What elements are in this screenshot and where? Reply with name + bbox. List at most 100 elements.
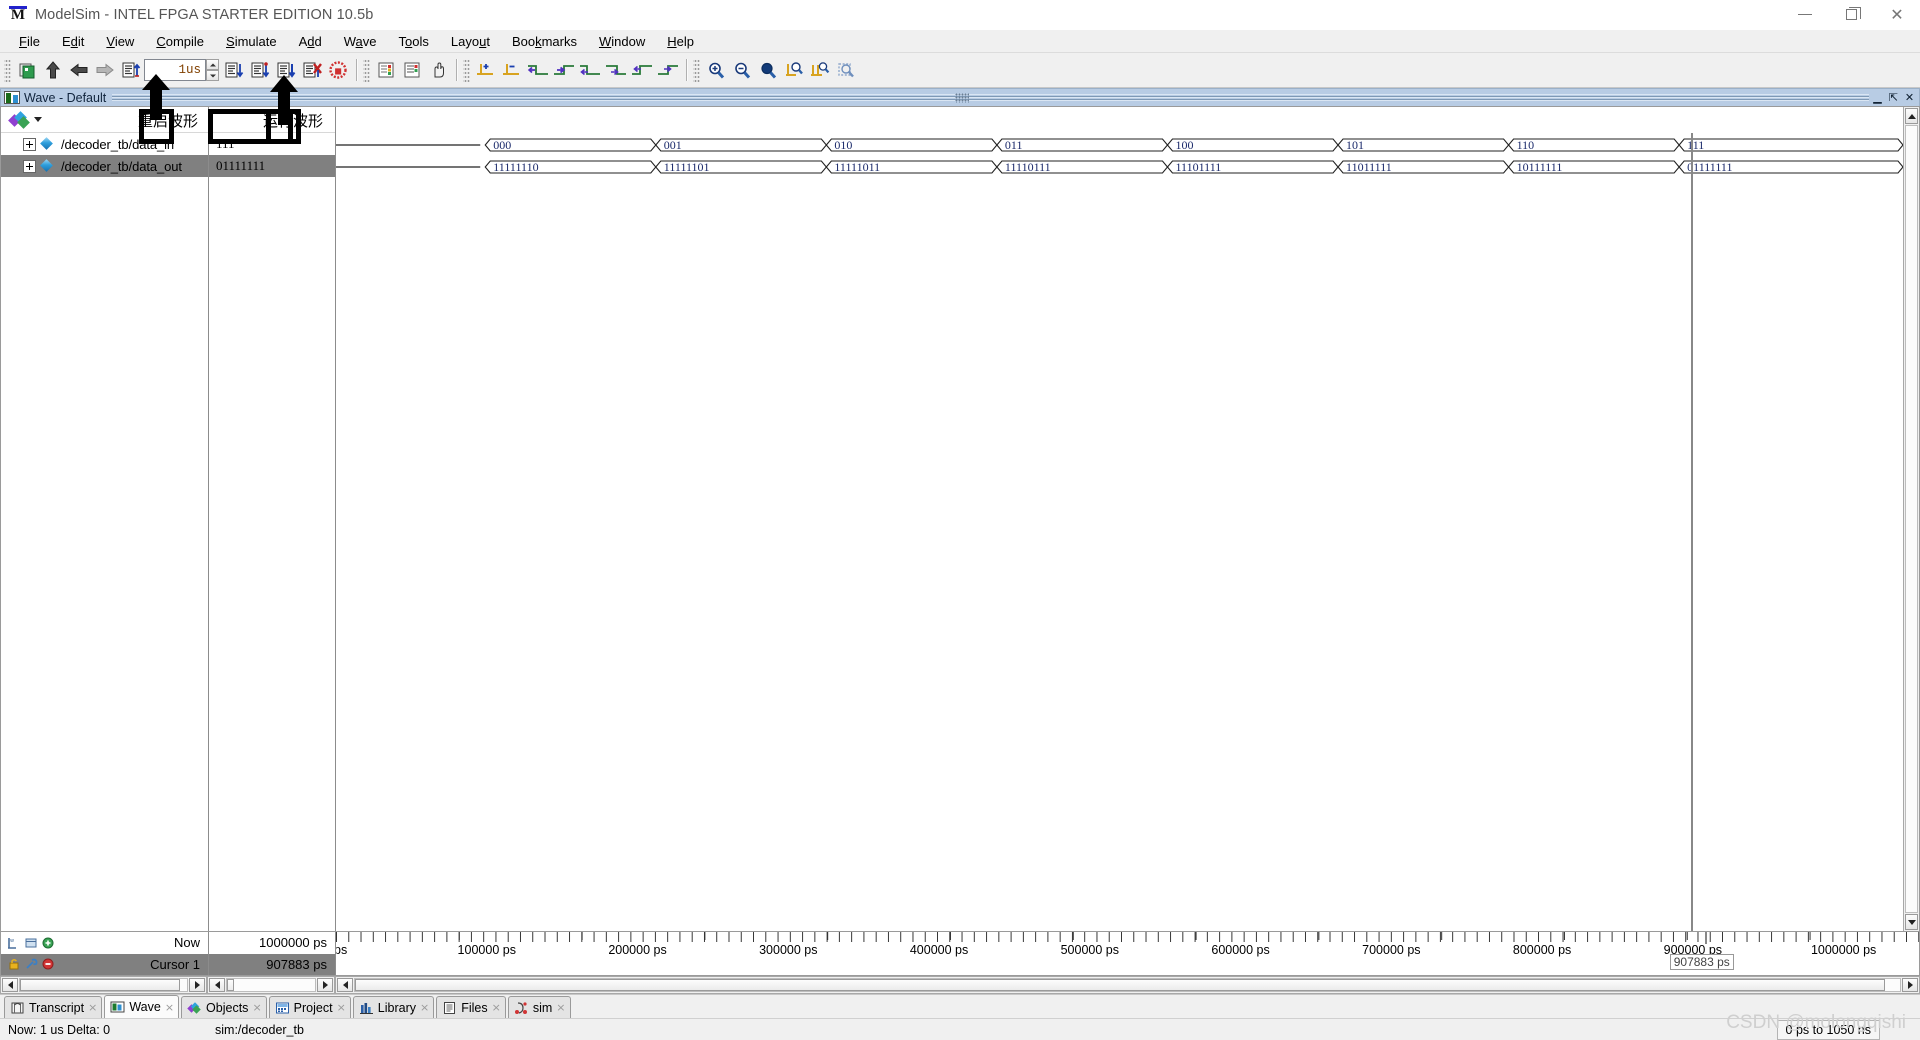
- scroll-right-button[interactable]: [189, 978, 205, 992]
- scroll-left-button-3[interactable]: [337, 978, 353, 992]
- tab-close-icon[interactable]: ×: [420, 1001, 429, 1014]
- toolbar-grip-3[interactable]: [463, 58, 470, 82]
- run-icon[interactable]: [221, 57, 247, 83]
- continue-run-icon[interactable]: [247, 57, 273, 83]
- values-scrollbar[interactable]: [207, 976, 335, 994]
- waveform-segment-label: 111: [1687, 138, 1704, 152]
- table-row[interactable]: /decoder_tb/data_out: [1, 155, 208, 177]
- lock-icon[interactable]: [7, 957, 22, 971]
- cursor-row[interactable]: Cursor 1: [1, 953, 208, 975]
- scroll-right-button-3[interactable]: [1902, 978, 1918, 992]
- zoom-selection-icon[interactable]: [833, 57, 859, 83]
- maximize-button[interactable]: [1828, 0, 1874, 30]
- zoom-range-icon[interactable]: [807, 57, 833, 83]
- values-scroll-track[interactable]: [226, 978, 316, 992]
- waveform-scroll-track[interactable]: [354, 978, 1901, 992]
- panel-close-icon[interactable]: ✕: [1902, 91, 1917, 105]
- find-next-falling-icon[interactable]: [603, 57, 629, 83]
- forward-icon[interactable]: [92, 57, 118, 83]
- find-prev-falling-icon[interactable]: [577, 57, 603, 83]
- expand-plus-icon[interactable]: [23, 159, 36, 173]
- table-row[interactable]: /decoder_tb/data_in: [1, 133, 208, 155]
- zoom-in-icon[interactable]: [703, 57, 729, 83]
- scroll-left-button-2[interactable]: [209, 978, 225, 992]
- menu-wave[interactable]: Wave: [333, 32, 388, 51]
- tab-project[interactable]: Project ×: [268, 996, 351, 1018]
- tab-sim[interactable]: sim ×: [507, 996, 571, 1018]
- tab-close-icon[interactable]: ×: [337, 1001, 346, 1014]
- back-icon[interactable]: [66, 57, 92, 83]
- menu-layout[interactable]: Layout: [440, 32, 501, 51]
- cursor-window-icon[interactable]: [24, 936, 39, 950]
- tab-close-icon[interactable]: ×: [556, 1001, 565, 1014]
- find-prev-transition-icon[interactable]: [525, 57, 551, 83]
- zoom-full-icon[interactable]: [755, 57, 781, 83]
- delete-red-icon[interactable]: [41, 957, 56, 971]
- compile-all-icon[interactable]: [14, 57, 40, 83]
- restart-icon[interactable]: [118, 57, 144, 83]
- menu-view[interactable]: View: [95, 32, 145, 51]
- run-length-spinner[interactable]: [206, 59, 219, 81]
- menu-file[interactable]: File: [8, 32, 51, 51]
- close-button[interactable]: ✕: [1874, 0, 1920, 30]
- insert-cursor-icon[interactable]: [473, 57, 499, 83]
- timeline-ruler[interactable]: ps 100000 ps 200000 ps 300000 ps 400000 ps 50…: [336, 932, 1919, 975]
- tab-objects[interactable]: Objects ×: [181, 996, 267, 1018]
- names-scroll-track[interactable]: [19, 978, 188, 992]
- waveform-scrollbar[interactable]: [335, 976, 1920, 994]
- wave-window-icon: [4, 91, 20, 104]
- tab-close-icon[interactable]: ×: [492, 1001, 501, 1014]
- stop-icon[interactable]: ■: [325, 57, 351, 83]
- tab-transcript[interactable]: Transcript ×: [4, 996, 103, 1018]
- toolbar-grip-2[interactable]: [363, 58, 370, 82]
- run-length-input[interactable]: 1us: [144, 59, 206, 81]
- run-all-icon[interactable]: [273, 57, 299, 83]
- wave-compare-2-icon[interactable]: [399, 57, 425, 83]
- tab-files[interactable]: Files ×: [436, 996, 506, 1018]
- zoom-out-icon[interactable]: [729, 57, 755, 83]
- step-up-icon[interactable]: [40, 57, 66, 83]
- wave-panel-grip[interactable]: [955, 92, 970, 103]
- menu-bookmarks[interactable]: Bookmarks: [501, 32, 588, 51]
- tab-close-icon[interactable]: ×: [165, 1001, 174, 1014]
- toolbar-grip[interactable]: [4, 58, 11, 82]
- tab-close-icon[interactable]: ×: [252, 1001, 261, 1014]
- delete-cursor-icon[interactable]: [499, 57, 525, 83]
- chevron-down-icon[interactable]: [34, 117, 42, 122]
- menu-simulate[interactable]: Simulate: [215, 32, 288, 51]
- scroll-up-button[interactable]: [1905, 108, 1918, 124]
- tab-close-icon[interactable]: ×: [88, 1001, 97, 1014]
- tab-wave[interactable]: Wave ×: [104, 995, 180, 1018]
- scroll-down-button[interactable]: [1905, 914, 1918, 930]
- cursor-add-green-icon[interactable]: [41, 936, 56, 950]
- waveform-vertical-scrollbar[interactable]: [1903, 107, 1919, 931]
- tab-library[interactable]: Library ×: [352, 996, 435, 1018]
- menu-compile[interactable]: Compile: [145, 32, 215, 51]
- menu-edit[interactable]: Edit: [51, 32, 95, 51]
- waveform-pane[interactable]: 000 001 010 011 100 101 110 111 11111110 11111101…: [336, 107, 1903, 931]
- vertical-scroll-track[interactable]: [1905, 125, 1918, 913]
- wrench-icon[interactable]: [24, 957, 39, 971]
- hand-grab-icon[interactable]: [425, 57, 451, 83]
- waveform-cursor-line[interactable]: [1690, 133, 1693, 931]
- menu-help[interactable]: Help: [656, 32, 705, 51]
- expand-plus-icon[interactable]: [23, 137, 36, 151]
- find-next-rising-icon[interactable]: [655, 57, 681, 83]
- names-scrollbar[interactable]: [0, 976, 207, 994]
- waveform-canvas[interactable]: 000 001 010 011 100 101 110 111 11111110 11111101…: [336, 133, 1903, 931]
- break-icon[interactable]: [299, 57, 325, 83]
- find-prev-rising-icon[interactable]: [629, 57, 655, 83]
- zoom-cursor-icon[interactable]: [781, 57, 807, 83]
- menu-window[interactable]: Window: [588, 32, 656, 51]
- cursor-add-icon[interactable]: w: [7, 936, 22, 950]
- find-next-transition-icon[interactable]: [551, 57, 577, 83]
- menu-tools[interactable]: Tools: [388, 32, 440, 51]
- scroll-left-button[interactable]: [2, 978, 18, 992]
- panel-undock-icon[interactable]: ⇱: [1886, 91, 1901, 105]
- toolbar-grip-4[interactable]: [693, 58, 700, 82]
- panel-minimize-icon[interactable]: ▁: [1870, 91, 1885, 105]
- menu-add[interactable]: Add: [288, 32, 333, 51]
- scroll-right-button-2[interactable]: [317, 978, 333, 992]
- minimize-button[interactable]: [1782, 0, 1828, 30]
- wave-compare-icon[interactable]: [373, 57, 399, 83]
